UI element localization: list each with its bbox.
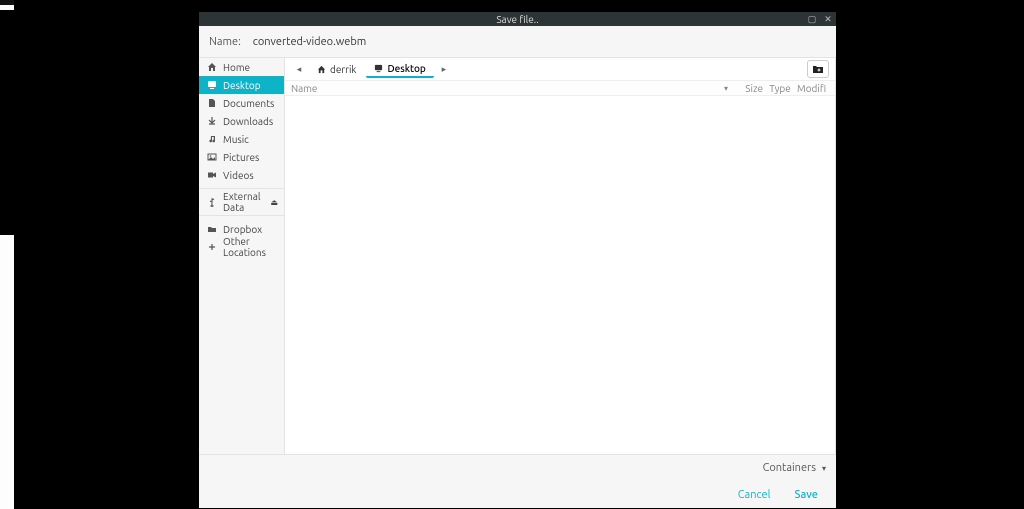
- new-folder-button[interactable]: [807, 60, 829, 78]
- dialog-body: Home Desktop Documents Downloads: [199, 58, 836, 454]
- cancel-button[interactable]: Cancel: [738, 489, 771, 501]
- sidebar-item-documents[interactable]: Documents: [199, 94, 284, 112]
- column-header-modified[interactable]: Modifi: [797, 83, 829, 94]
- usb-icon: [207, 197, 217, 207]
- column-header-size[interactable]: Size: [733, 83, 763, 94]
- home-icon: [317, 65, 326, 74]
- desktop-icon: [374, 64, 383, 73]
- sidebar-item-downloads[interactable]: Downloads: [199, 112, 284, 130]
- sidebar-item-other-locations[interactable]: Other Locations: [199, 238, 284, 256]
- sidebar-item-label: Documents: [223, 98, 274, 109]
- dialog-footer: Containers ▾ Cancel Save: [199, 454, 836, 508]
- filetype-filter[interactable]: Containers ▾: [199, 455, 836, 481]
- pictures-icon: [207, 152, 217, 162]
- sidebar-item-label: External Data: [223, 191, 276, 213]
- action-buttons: Cancel Save: [199, 481, 836, 508]
- places-sidebar: Home Desktop Documents Downloads: [199, 58, 285, 454]
- titlebar[interactable]: Save file.. ▢ ✕: [199, 12, 836, 26]
- sidebar-item-label: Videos: [223, 170, 254, 181]
- sidebar-item-external-data[interactable]: External Data ⏏: [199, 193, 284, 211]
- videos-icon: [207, 170, 217, 180]
- file-list-header: Name ▾ Size Type Modifi: [285, 80, 835, 96]
- sidebar-item-label: Home: [223, 62, 250, 73]
- breadcrumb-desktop[interactable]: Desktop: [366, 60, 433, 78]
- new-folder-icon: [812, 64, 824, 74]
- sidebar-separator: [199, 215, 284, 216]
- chevron-down-icon: ▾: [822, 464, 826, 473]
- breadcrumb-home[interactable]: derrik: [309, 60, 364, 78]
- background-strip-gap: [0, 10, 14, 235]
- column-header-name[interactable]: Name: [291, 83, 719, 94]
- documents-icon: [207, 98, 217, 108]
- column-header-type[interactable]: Type: [763, 83, 797, 94]
- window-controls: ▢ ✕: [806, 12, 834, 26]
- sidebar-item-label: Pictures: [223, 152, 259, 163]
- save-button[interactable]: Save: [795, 489, 818, 501]
- save-file-dialog: Save file.. ▢ ✕ Name: Home Desktop: [199, 12, 836, 508]
- sidebar-item-pictures[interactable]: Pictures: [199, 148, 284, 166]
- sidebar-item-label: Desktop: [223, 80, 261, 91]
- sidebar-item-label: Music: [223, 134, 249, 145]
- filename-row: Name:: [199, 26, 836, 58]
- breadcrumb-forward-icon[interactable]: ▸: [436, 64, 452, 75]
- sidebar-separator: [199, 188, 284, 189]
- plus-icon: [207, 242, 217, 252]
- sidebar-item-label: Downloads: [223, 116, 273, 127]
- filename-label: Name:: [209, 36, 241, 48]
- breadcrumb-back-icon[interactable]: ◂: [291, 64, 307, 75]
- sidebar-item-desktop[interactable]: Desktop: [199, 76, 284, 94]
- filename-input[interactable]: [253, 36, 773, 48]
- eject-icon[interactable]: ⏏: [270, 198, 278, 207]
- breadcrumb-label: Desktop: [387, 63, 425, 74]
- sidebar-item-label: Dropbox: [223, 224, 262, 235]
- breadcrumb-bar: ◂ derrik Desktop ▸: [285, 58, 835, 80]
- sidebar-item-label: Other Locations: [223, 236, 276, 258]
- sidebar-item-videos[interactable]: Videos: [199, 166, 284, 184]
- maximize-icon[interactable]: ▢: [806, 14, 818, 25]
- folder-icon: [207, 224, 217, 234]
- desktop-icon: [207, 80, 217, 90]
- file-chooser-content: ◂ derrik Desktop ▸: [285, 58, 836, 454]
- sidebar-item-home[interactable]: Home: [199, 58, 284, 76]
- breadcrumb-label: derrik: [330, 64, 356, 75]
- window-title: Save file..: [496, 14, 538, 25]
- close-icon[interactable]: ✕: [822, 14, 834, 25]
- filetype-filter-label: Containers: [763, 462, 816, 474]
- file-list-empty[interactable]: [285, 96, 835, 454]
- home-icon: [207, 62, 217, 72]
- sidebar-item-music[interactable]: Music: [199, 130, 284, 148]
- downloads-icon: [207, 116, 217, 126]
- background-left-strip: [0, 0, 14, 509]
- sort-indicator-icon[interactable]: ▾: [719, 84, 733, 93]
- music-icon: [207, 134, 217, 144]
